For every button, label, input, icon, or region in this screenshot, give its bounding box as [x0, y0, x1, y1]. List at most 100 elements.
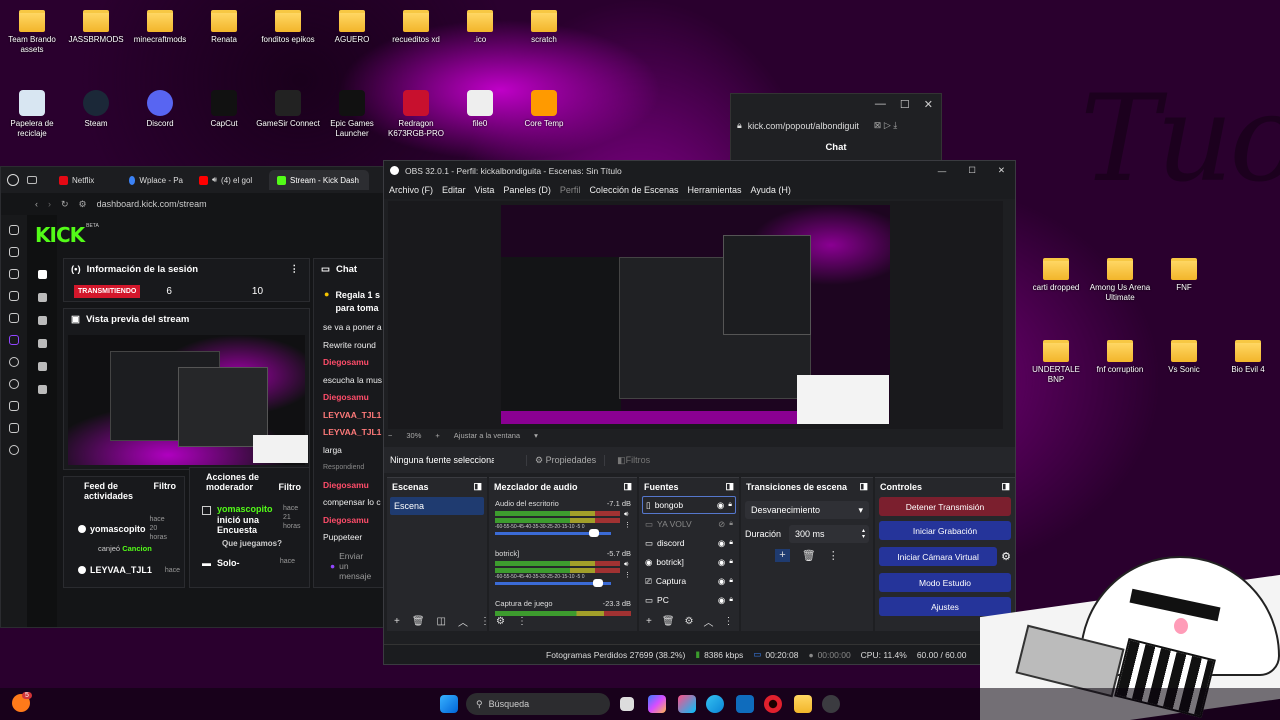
- widgets-icon[interactable]: [678, 695, 696, 713]
- chat-username[interactable]: Diegosamu: [323, 391, 384, 405]
- outlook-icon[interactable]: [736, 695, 754, 713]
- desktop-icon[interactable]: FNF: [1152, 258, 1216, 293]
- close-icon[interactable]: ✕: [998, 165, 1005, 176]
- file-explorer-icon[interactable]: [794, 695, 812, 713]
- eye-icon[interactable]: ◉: [718, 538, 725, 549]
- address-bar[interactable]: ‹ › ↻ ⚙ dashboard.kick.com/stream: [1, 193, 384, 215]
- reload-icon[interactable]: ↻: [61, 199, 69, 210]
- sidebar-twitch-icon[interactable]: [9, 335, 19, 345]
- chat-username[interactable]: Diegosamu: [323, 479, 384, 493]
- source-item[interactable]: ▭ discord ◉ 🔒︎: [642, 534, 736, 552]
- feed-user[interactable]: yomascopito: [90, 524, 146, 534]
- trash-icon[interactable]: 🗑︎: [412, 616, 425, 627]
- tab-icon[interactable]: [27, 176, 37, 184]
- menu-item[interactable]: Colección de Escenas: [589, 185, 678, 195]
- chevron-up-icon[interactable]: ︿: [704, 614, 714, 629]
- eye-off-icon[interactable]: ⊘: [718, 519, 725, 530]
- add-icon[interactable]: +: [646, 616, 652, 627]
- kick-live-icon[interactable]: [37, 270, 47, 279]
- tab-wplace[interactable]: Wplace - Pa: [121, 170, 191, 190]
- dock-undock-icon[interactable]: ◨: [473, 481, 482, 492]
- dock-undock-icon[interactable]: ◨: [859, 481, 868, 492]
- tab-netflix[interactable]: Netflix: [51, 170, 121, 190]
- desktop-icon[interactable]: .ico: [448, 10, 512, 45]
- filters-button[interactable]: ◧Filtros: [605, 455, 658, 466]
- kick-users-icon[interactable]: [37, 362, 47, 371]
- source-item[interactable]: ◉ botrick] ◉ 🔒︎: [642, 553, 736, 571]
- desktop-icon[interactable]: carti dropped: [1024, 258, 1088, 293]
- properties-button[interactable]: ⚙ Propiedades: [526, 454, 606, 466]
- lock-icon[interactable]: 🔒︎: [729, 577, 733, 585]
- desktop-icon[interactable]: scratch: [512, 10, 576, 45]
- chat-input[interactable]: ● Enviar un mensaje: [318, 551, 384, 581]
- kick-logo[interactable]: KICK BETA: [35, 223, 99, 247]
- tab-kick-dashboard[interactable]: Stream - Kick Dash: [269, 170, 369, 190]
- chevron-down-icon[interactable]: ▾: [534, 431, 538, 440]
- volume-slider[interactable]: [495, 529, 611, 537]
- zoom-in-icon[interactable]: +: [435, 431, 439, 440]
- minimize-icon[interactable]: —: [938, 166, 947, 176]
- desktop-icon[interactable]: recueditos xd: [384, 10, 448, 45]
- menu-item[interactable]: Perfil: [560, 185, 581, 195]
- desktop-icon[interactable]: Redragon K673RGB-PRO: [384, 90, 448, 139]
- more-icon[interactable]: ⋮: [517, 616, 527, 627]
- source-item[interactable]: ▯ bongob ◉ 🔒︎: [642, 496, 736, 514]
- trash-icon[interactable]: 🗑︎: [802, 549, 816, 562]
- chat-username[interactable]: LEYVAA_TJL1: [323, 426, 384, 440]
- sidebar-settings-icon[interactable]: [9, 445, 19, 455]
- source-item[interactable]: ▭ PC ◉ 🔒︎: [642, 591, 736, 609]
- eye-icon[interactable]: ◉: [718, 557, 725, 568]
- desktop-icon[interactable]: minecraftmods: [128, 10, 192, 45]
- desktop-icon[interactable]: GameSir Connect: [256, 90, 320, 129]
- speaker-icon[interactable]: 🔊︎: [624, 511, 631, 519]
- eye-icon[interactable]: ◉: [718, 576, 725, 587]
- slider-handle[interactable]: [593, 579, 603, 587]
- desktop-icon[interactable]: Epic Games Launcher: [320, 90, 384, 139]
- desktop-icon[interactable]: Among Us Arena Ultimate: [1088, 258, 1152, 303]
- dock-undock-icon[interactable]: ◨: [1001, 481, 1010, 492]
- close-icon[interactable]: ✕: [924, 98, 933, 112]
- more-icon[interactable]: ⋮: [828, 549, 839, 562]
- source-item[interactable]: ⎚ Captura ◉ 🔒︎: [642, 572, 736, 590]
- desktop-icon[interactable]: Discord: [128, 90, 192, 129]
- forward-icon[interactable]: ›: [48, 199, 51, 209]
- lock-icon[interactable]: 🔒︎: [729, 596, 733, 604]
- desktop-icon[interactable]: CapCut: [192, 90, 256, 129]
- lock-icon[interactable]: 🔒︎: [728, 501, 732, 509]
- source-item[interactable]: ▭ YA VOLV ⊘ 🔒︎: [642, 515, 736, 533]
- copilot-icon[interactable]: [648, 695, 666, 713]
- add-transition-button[interactable]: +: [775, 549, 790, 562]
- filters-icon[interactable]: ◫: [437, 616, 446, 627]
- menu-item[interactable]: Vista: [475, 185, 495, 195]
- stop-stream-button[interactable]: Detener Transmisión: [879, 497, 1011, 516]
- desktop-icon[interactable]: file0: [448, 90, 512, 129]
- popout-url[interactable]: kick.com/popout/albondiguit: [748, 121, 868, 131]
- zoom-out-icon[interactable]: −: [388, 431, 392, 440]
- minimize-icon[interactable]: —: [875, 98, 886, 112]
- desktop-icon[interactable]: AGUERO: [320, 10, 384, 45]
- transition-select[interactable]: Desvanecimiento ▾: [745, 501, 869, 519]
- tab-youtube[interactable]: 🔊︎ (4) el gol: [191, 170, 269, 190]
- sidebar-bag-icon[interactable]: [9, 247, 19, 257]
- sidebar-clock-icon[interactable]: [9, 379, 19, 389]
- chat-username[interactable]: LEYVAA_TJL1: [323, 409, 384, 423]
- popout-actions-icon[interactable]: ⊠ ▷ ⤓: [874, 120, 897, 131]
- site-info-icon[interactable]: ⚙: [79, 199, 87, 210]
- mic-icon[interactable]: ●: [330, 561, 335, 571]
- sidebar-arrow-icon[interactable]: [9, 313, 19, 323]
- lock-icon[interactable]: 🔒︎: [729, 539, 733, 547]
- obs-taskbar-icon[interactable]: [822, 695, 840, 713]
- start-button[interactable]: [440, 695, 458, 713]
- menu-item[interactable]: Herramientas: [688, 185, 742, 195]
- url-text[interactable]: dashboard.kick.com/stream: [97, 199, 207, 209]
- desktop-icon[interactable]: Vs Sonic: [1152, 340, 1216, 375]
- mod-filter-button[interactable]: Filtro: [279, 482, 302, 492]
- chevron-up-icon[interactable]: ︿: [458, 614, 468, 629]
- lock-icon[interactable]: 🔒︎: [729, 558, 733, 566]
- desktop-icon[interactable]: Core Temp: [512, 90, 576, 129]
- sidebar-image-icon[interactable]: [9, 269, 19, 279]
- desktop-icon[interactable]: JASSBRMODS: [64, 10, 128, 45]
- trash-icon[interactable]: 🗑︎: [662, 616, 675, 627]
- kick-dashboard-icon[interactable]: [37, 293, 47, 302]
- maximize-icon[interactable]: ☐: [900, 98, 910, 112]
